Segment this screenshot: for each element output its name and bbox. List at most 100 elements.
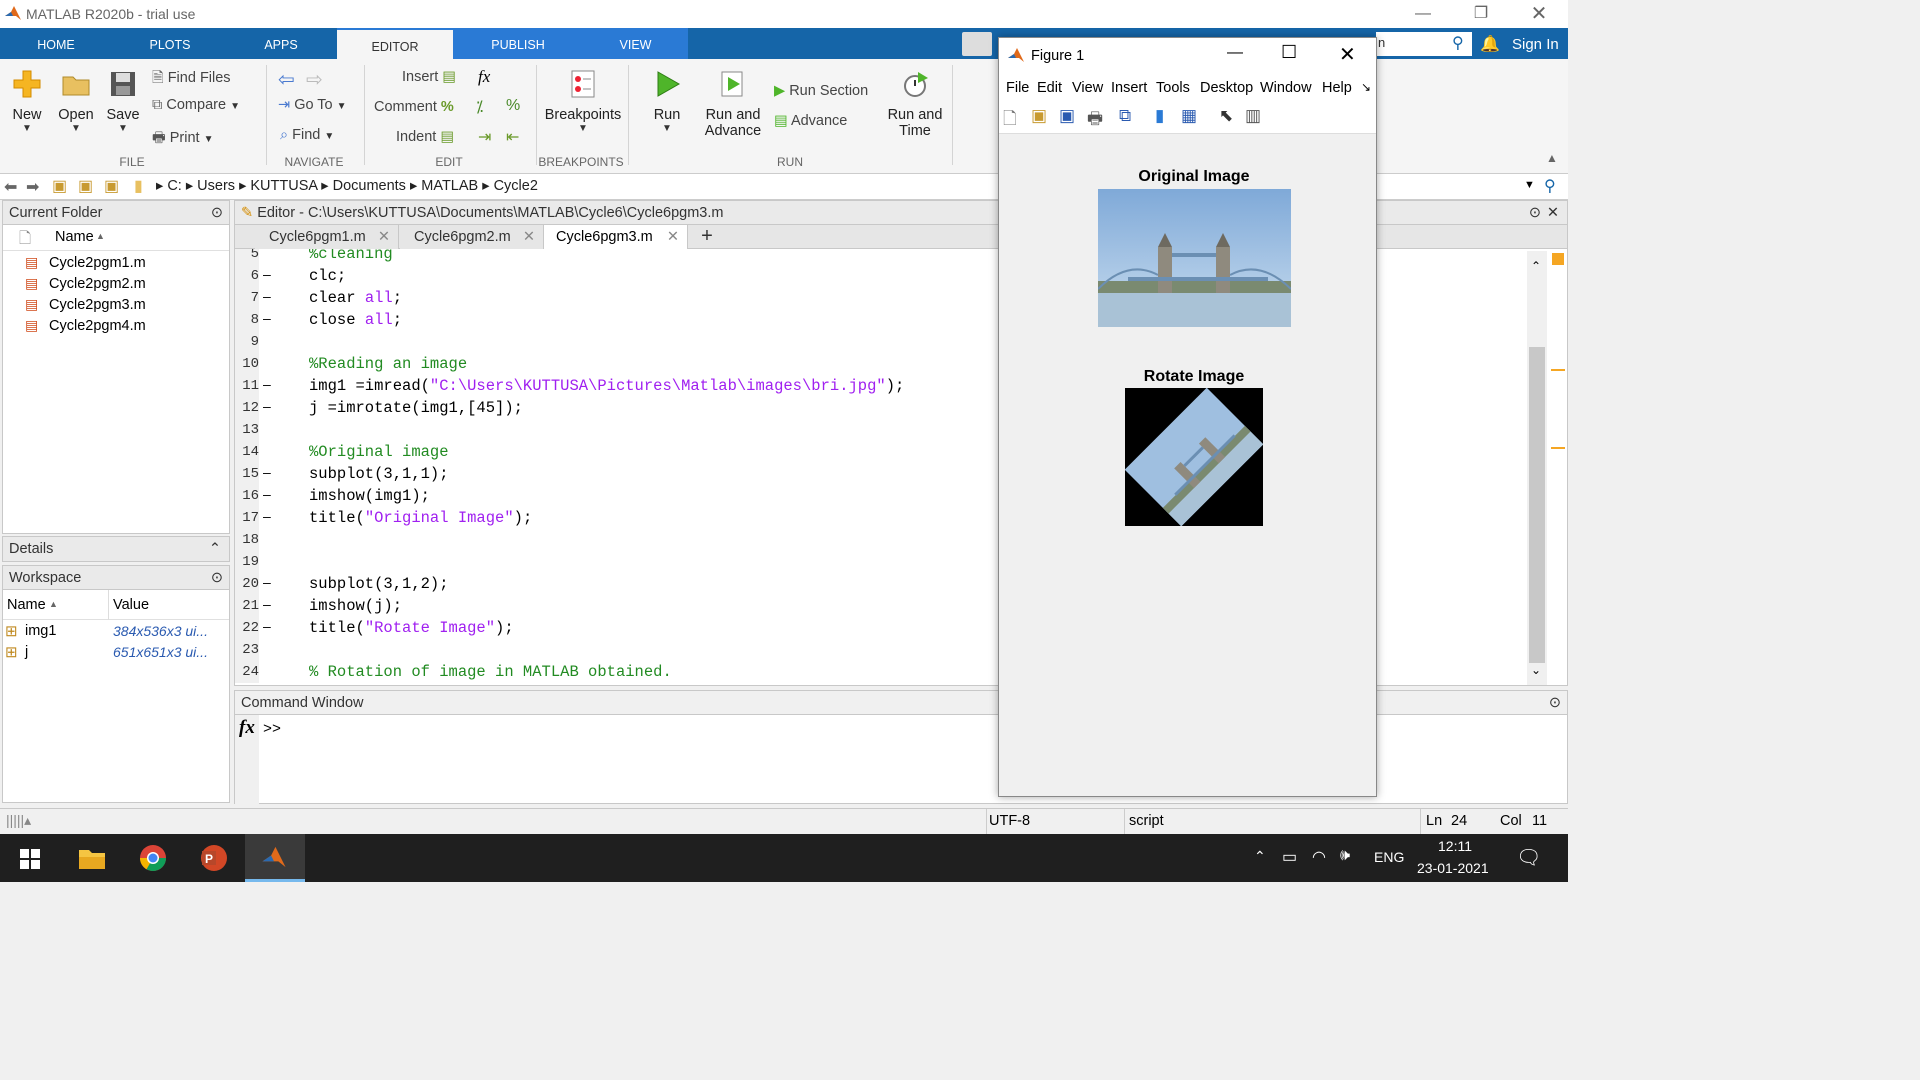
breakpoint-dash[interactable]: – [263,486,271,502]
panel-menu-icon[interactable]: ⊙ [1549,691,1561,715]
breakpoint-dash[interactable]: – [263,266,271,282]
scroll-down-icon[interactable]: ⌄ [1531,663,1541,677]
search-input[interactable]: n ⚲ [1376,32,1472,56]
clock-date[interactable]: 23-01-2021 [1417,860,1489,876]
breakpoint-dash[interactable]: – [263,310,271,326]
comment-button[interactable]: Comment % [374,99,454,115]
warning-marker[interactable] [1551,369,1565,371]
go-to-button[interactable]: ⇥ Go To ▼ [278,97,347,113]
editor-tab-active[interactable]: Cycle6pgm3.m ✕ [544,225,688,250]
browse-folder-icon[interactable]: ▣ [78,176,93,196]
chrome-icon[interactable] [139,844,167,872]
breakpoints-button[interactable]: Breakpoints ▼ [540,69,626,134]
chevron-up-icon[interactable]: ⌃ [209,537,221,561]
file-list-header[interactable]: 🗋 Name ▲ [3,225,229,251]
scroll-thumb[interactable] [1529,347,1545,663]
tab-home[interactable]: HOME [0,28,112,59]
restore-icon[interactable]: ❐ [1452,0,1510,28]
breadcrumb-item[interactable]: Users [197,178,235,194]
open-button[interactable]: Open ▼ [54,69,98,134]
original-image[interactable] [1098,189,1291,327]
menu-help[interactable]: Help [1322,80,1352,96]
bell-icon[interactable]: 🔔 [1480,34,1500,54]
insert-function-button[interactable]: fx [478,67,490,87]
open-file-icon[interactable]: ▣ [1031,106,1047,126]
menu-tools[interactable]: Tools [1156,80,1190,96]
breadcrumb-item[interactable]: KUTTUSA [250,178,317,194]
command-prompt[interactable]: >> [263,721,281,738]
breadcrumb-item[interactable]: Documents [333,178,406,194]
run-and-advance-button[interactable]: Run and Advance [700,69,766,139]
column-name[interactable]: Name [7,597,46,613]
forward-icon[interactable]: ➡ [26,177,39,197]
close-tab-icon[interactable]: ✕ [523,225,535,249]
table-row[interactable]: ⊞ img1 384x536x3 ui... [3,620,229,641]
forward-arrow-icon[interactable]: ⇨ [306,67,323,92]
list-item[interactable]: ▤ Cycle2pgm1.m [3,253,229,274]
address-dropdown-icon[interactable]: ▼ [1524,179,1535,191]
maximize-icon[interactable]: ☐ [1281,42,1297,63]
close-tab-icon[interactable]: ✕ [667,225,679,249]
volume-icon[interactable]: 🕪 [1340,847,1350,865]
new-button[interactable]: New ▼ [6,69,48,134]
print-button[interactable]: 🖶 Print ▼ [152,127,214,152]
minimize-icon[interactable]: — [1227,44,1243,62]
compare-button[interactable]: ⧉ Compare ▼ [152,97,240,113]
back-icon[interactable]: ⬅ [4,177,17,197]
legend-icon[interactable]: ▦ [1181,106,1197,126]
breadcrumb-item[interactable]: Cycle2 [494,178,538,194]
breakpoint-dash[interactable]: – [263,574,271,590]
save-button[interactable]: Save ▼ [102,69,144,134]
tab-plots[interactable]: PLOTS [112,28,228,59]
find-button[interactable]: ⌕ Find ▼ [280,127,334,143]
search-folder-icon[interactable]: ⚲ [1544,176,1556,196]
link-plot-icon[interactable]: ⧉ [1119,106,1131,126]
breadcrumb-item[interactable]: C: [167,178,182,194]
close-icon[interactable]: ✕ [1339,42,1356,67]
up-folder-icon[interactable]: ▣ [52,176,67,196]
advance-button[interactable]: ▤ Advance [774,113,847,129]
wrap-comment-icon[interactable]: % [506,97,520,115]
new-figure-icon[interactable]: 🗋 [1003,106,1017,135]
menu-edit[interactable]: Edit [1037,80,1062,96]
close-icon[interactable]: ✕ [1510,0,1568,28]
breakpoint-dash[interactable]: – [263,508,271,524]
scroll-up-icon[interactable]: ⌃ [1531,259,1541,273]
menu-window[interactable]: Window [1260,80,1312,96]
breakpoint-dash[interactable]: – [263,288,271,304]
quick-access-save-icon[interactable] [962,32,992,56]
breakpoint-dash[interactable]: – [263,398,271,414]
tab-apps[interactable]: APPS [228,28,334,59]
editor-tab[interactable]: Cycle6pgm2.m ✕ [400,225,544,249]
run-section-button[interactable]: ▶ Run Section [774,83,868,99]
collapse-ribbon-icon[interactable]: ▲ [1546,151,1558,165]
clock-time[interactable]: 12:11 [1438,838,1472,854]
powerpoint-icon[interactable]: P [200,844,228,872]
close-editor-icon[interactable]: ✕ [1547,201,1559,225]
menu-file[interactable]: File [1006,80,1029,96]
pointer-icon[interactable]: ⬉ [1219,106,1233,126]
uncomment-icon[interactable]: ⁒ [476,97,483,117]
list-item[interactable]: ▤ Cycle2pgm4.m [3,316,229,337]
property-inspector-icon[interactable]: ▥ [1245,106,1261,126]
panel-menu-icon[interactable]: ⊙ [211,201,223,225]
run-and-time-button[interactable]: Run and Time [884,69,946,139]
increase-indent-icon[interactable]: ⇥ [478,127,491,147]
editor-scrollbar[interactable]: ⌃ ⌄ [1527,251,1547,685]
list-item[interactable]: ▤ Cycle2pgm2.m [3,274,229,295]
menu-insert[interactable]: Insert [1111,80,1147,96]
notifications-icon[interactable]: 🗨 [1516,845,1541,870]
menu-desktop[interactable]: Desktop [1200,80,1253,96]
decrease-indent-icon[interactable]: ⇤ [506,127,519,147]
sign-in-link[interactable]: Sign In [1512,36,1559,53]
dock-arrow-icon[interactable]: ↘ [1361,80,1371,94]
menu-view[interactable]: View [1072,80,1103,96]
editor-tab[interactable]: Cycle6pgm1.m ✕ [255,225,399,249]
panel-menu-icon[interactable]: ⊙ [211,566,223,590]
battery-icon[interactable]: ▭ [1282,847,1297,867]
tab-publish[interactable]: PUBLISH [453,28,583,59]
breakpoint-dash[interactable]: – [263,596,271,612]
language-indicator[interactable]: ENG [1374,849,1404,865]
breadcrumb-item[interactable]: MATLAB [421,178,478,194]
save-figure-icon[interactable]: ▣ [1059,106,1075,126]
